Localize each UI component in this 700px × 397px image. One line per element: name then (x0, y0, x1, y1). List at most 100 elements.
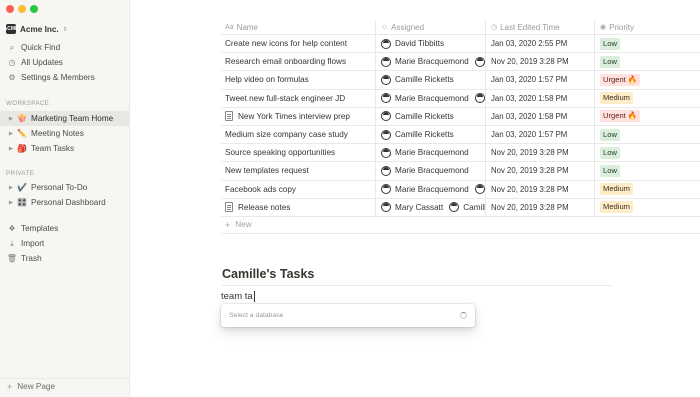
column-header-last-edited[interactable]: ◷ Last Edited Time (485, 20, 594, 34)
table-row[interactable]: Create new icons for help content David T… (221, 35, 700, 54)
column-header-priority[interactable]: ◉ Priority (594, 20, 700, 34)
assignee: Camille (449, 202, 485, 213)
cell-assigned[interactable]: David Tibbitts (375, 35, 485, 53)
gear-icon: ⚙ (8, 73, 16, 82)
column-header-name[interactable]: Aa Name (221, 20, 375, 34)
edited-time: Jan 03, 2020 1:57 PM (491, 75, 568, 85)
sidebar-item-templates[interactable]: ❖ Templates (0, 221, 130, 236)
table-row[interactable]: New templates request Marie Bracquemond No… (221, 162, 700, 181)
chevron-updown-icon: ⇕ (62, 26, 68, 33)
maximize-window-button[interactable] (30, 5, 38, 13)
expand-triangle-icon[interactable]: ▶ (6, 131, 16, 137)
cell-priority[interactable]: Medium (594, 180, 700, 198)
sidebar-item-personal-dashboard[interactable]: ▶ 🎛️ Personal Dashboard (0, 195, 130, 210)
cell-assigned[interactable]: Camille Ricketts (375, 125, 485, 144)
expand-triangle-icon[interactable]: ▶ (6, 116, 16, 122)
cell-priority[interactable]: Medium (594, 198, 700, 216)
cell-assigned[interactable]: Mary Cassatt Camille (375, 198, 485, 216)
sidebar-item-meeting-notes[interactable]: ▶ ✏️ Meeting Notes (0, 126, 130, 141)
cell-assigned[interactable]: Marie Bracquemond E (375, 180, 485, 198)
cell-name[interactable]: Facebook ads copy (221, 181, 375, 198)
typed-text: team ta (221, 291, 253, 302)
sidebar-item-trash[interactable]: 🗑 Trash (0, 251, 130, 266)
table-row[interactable]: New York Times interview prep Camille Ric… (221, 107, 700, 126)
cell-priority[interactable]: Urgent 🔥 (594, 71, 700, 89)
expand-triangle-icon[interactable]: ▶ (6, 185, 16, 191)
cell-last-edited: Nov 20, 2019 3:28 PM (485, 162, 594, 180)
sidebar-item-label: Quick Find (21, 43, 61, 52)
new-page-label: New Page (17, 382, 56, 391)
select-property-icon: ◉ (600, 24, 607, 31)
assignee-name: Marie Bracquemond (395, 93, 469, 103)
cell-priority[interactable]: Low (594, 162, 700, 180)
sidebar-item-settings[interactable]: ⚙ Settings & Members (0, 70, 130, 85)
cell-assigned[interactable]: Marie Bracquemond (375, 162, 485, 180)
table-row[interactable]: Facebook ads copy Marie Bracquemond E Nov 2… (221, 180, 700, 199)
cell-last-edited: Jan 03, 2020 2:55 PM (485, 35, 594, 53)
popcorn-icon: 🍿 (17, 114, 27, 123)
assignee: E (474, 184, 485, 195)
sidebar-item-personal-todo[interactable]: ▶ ✔️ Personal To-Do (0, 180, 130, 195)
assignee: B (474, 56, 485, 67)
cell-priority[interactable]: Low (594, 53, 700, 71)
expand-triangle-icon[interactable]: ▶ (6, 146, 16, 152)
task-name: Create new icons for help content (225, 39, 347, 49)
cell-name[interactable]: Release notes (221, 199, 375, 216)
cell-assigned[interactable]: Camille Ricketts (375, 107, 485, 125)
table-row[interactable]: Release notes Mary Cassatt Camille Nov 20, … (221, 198, 700, 217)
cell-name[interactable]: New York Times interview prep (221, 108, 375, 125)
cell-priority[interactable]: Low (594, 125, 700, 144)
sidebar-item-all-updates[interactable]: ◷ All Updates (0, 55, 130, 70)
new-page-button[interactable]: + New Page (0, 378, 130, 394)
cell-assigned[interactable]: Camille Ricketts (375, 71, 485, 89)
sidebar-item-quick-find[interactable]: ⌕ Quick Find (0, 40, 130, 55)
avatar (449, 202, 460, 213)
cell-assigned[interactable]: Marie Bracquemond B (375, 53, 485, 71)
cell-priority[interactable]: Low (594, 35, 700, 53)
table-row[interactable]: Tweet new full-stack engineer JD Marie Br… (221, 89, 700, 108)
database-picker-popup[interactable]: Select a database (221, 304, 475, 327)
edited-time: Jan 03, 2020 1:57 PM (491, 130, 568, 140)
cell-priority[interactable]: Low (594, 144, 700, 162)
close-window-button[interactable] (6, 5, 14, 13)
cell-priority[interactable]: Medium (594, 89, 700, 107)
table-row[interactable]: Help video on formulas Camille Ricketts Ja… (221, 71, 700, 90)
workspace-name: Acme Inc. (20, 24, 59, 34)
new-row-button[interactable]: + New (221, 217, 700, 234)
edited-time: Nov 20, 2019 3:28 PM (491, 57, 569, 67)
cell-name[interactable]: Source speaking opportunities (221, 144, 375, 161)
cell-assigned[interactable]: Marie Bracquemond C (375, 89, 485, 107)
assignee-name: Camille (463, 202, 485, 212)
cell-name[interactable]: Tweet new full-stack engineer JD (221, 90, 375, 107)
section-title: Camille's Tasks (222, 267, 315, 281)
assignee-name: Mary Cassatt (395, 202, 444, 212)
priority-tag: Low (600, 146, 620, 159)
assignee: Camille Ricketts (381, 111, 454, 122)
table-row[interactable]: Source speaking opportunities Marie Bracq… (221, 144, 700, 163)
cell-name[interactable]: Medium size company case study (221, 126, 375, 143)
task-name: Release notes (238, 202, 291, 212)
cell-assigned[interactable]: Marie Bracquemond (375, 144, 485, 162)
assignee-name: Camille Ricketts (395, 130, 454, 140)
editor-input[interactable]: team ta (221, 291, 255, 302)
priority-tag: Medium (600, 183, 634, 196)
column-header-assigned[interactable]: ☺ Assigned (375, 20, 485, 34)
loading-spinner-icon (460, 312, 467, 319)
sidebar-item-marketing-team-home[interactable]: ▶ 🍿 Marketing Team Home (0, 111, 130, 126)
cell-name[interactable]: New templates request (221, 162, 375, 179)
minimize-window-button[interactable] (18, 5, 26, 13)
workspace-logo: ACME (3, 24, 19, 34)
cell-priority[interactable]: Urgent 🔥 (594, 107, 700, 125)
person-property-icon: ☺ (381, 23, 389, 31)
cell-name[interactable]: Create new icons for help content (221, 35, 375, 52)
cell-name[interactable]: Research email onboarding flows (221, 53, 375, 70)
sidebar-item-import[interactable]: ⤓ Import (0, 236, 130, 251)
sidebar-item-team-tasks[interactable]: ▶ 🎒 Team Tasks (0, 141, 130, 156)
tasks-table: Aa Name ☺ Assigned ◷ Last Edited Time ◉ … (221, 20, 700, 234)
table-row[interactable]: Research email onboarding flows Marie Bra… (221, 53, 700, 72)
cell-name[interactable]: Help video on formulas (221, 71, 375, 88)
expand-triangle-icon[interactable]: ▶ (6, 200, 16, 206)
table-row[interactable]: Medium size company case study Camille Ri… (221, 125, 700, 145)
workspace-switcher[interactable]: ACME Acme Inc. ⇕ (3, 24, 68, 34)
cell-last-edited: Nov 20, 2019 3:28 PM (485, 144, 594, 162)
